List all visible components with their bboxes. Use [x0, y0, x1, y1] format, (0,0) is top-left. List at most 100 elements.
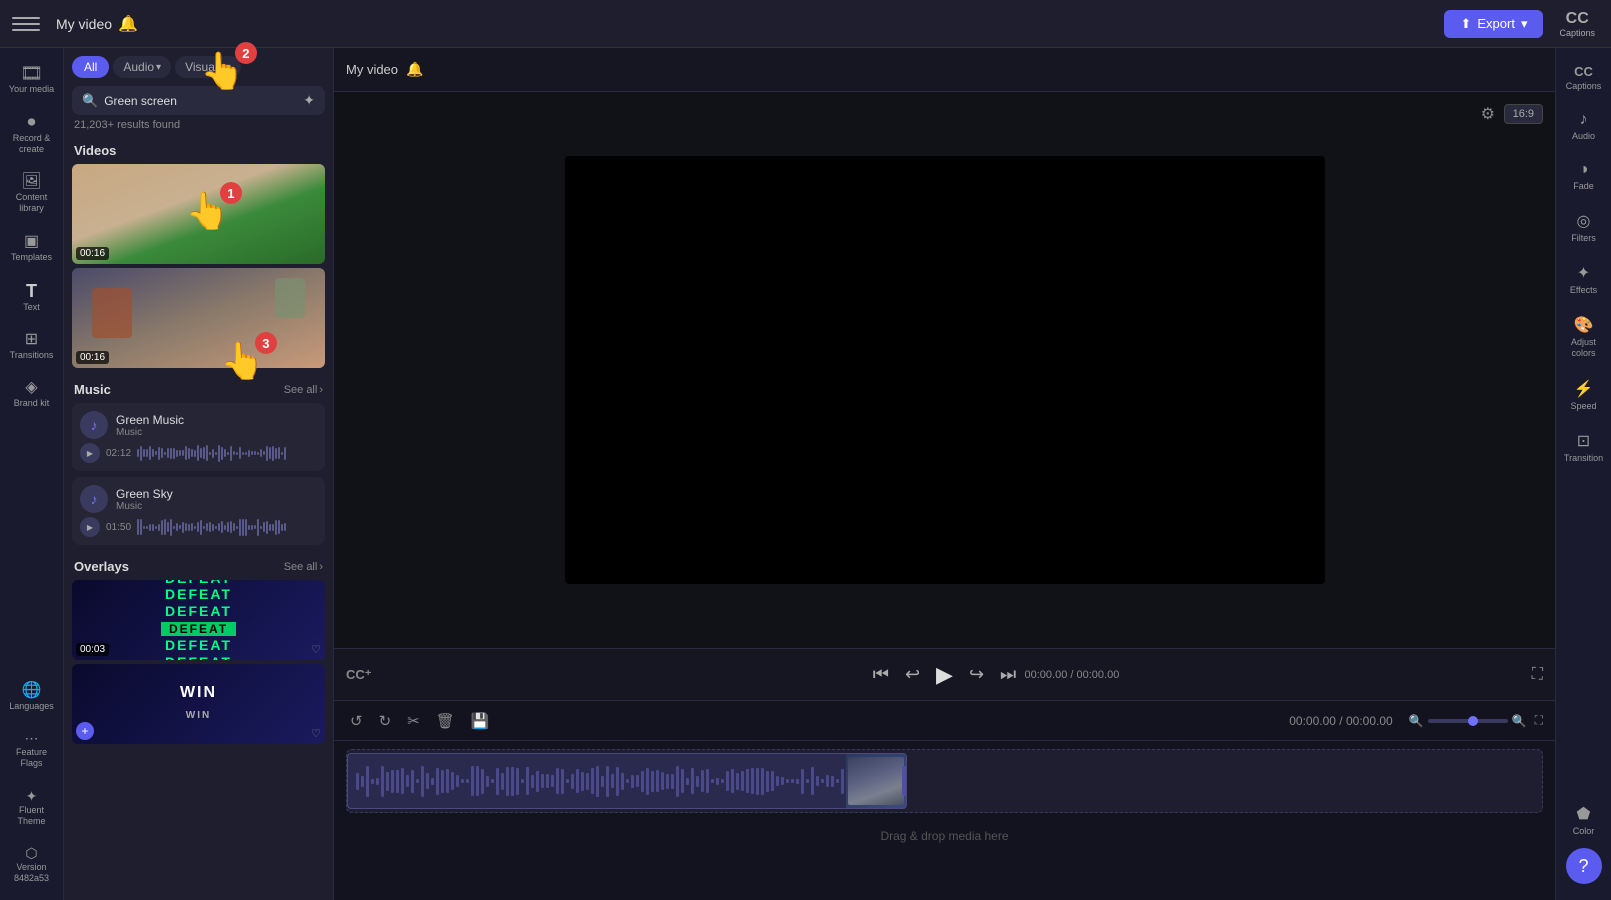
sidebar-label-record-create: Record &create: [13, 133, 51, 155]
expand-timeline-icon[interactable]: ⛶: [1535, 713, 1543, 728]
clip-thumb-image: [848, 757, 904, 805]
search-icon: 🔍: [82, 93, 98, 109]
right-item-speed[interactable]: ⚡ Speed: [1558, 371, 1610, 419]
right-item-color[interactable]: ⬟ Color: [1558, 796, 1610, 844]
sidebar-item-content-library[interactable]: 🖼 Content library: [3, 166, 61, 222]
video-canvas: [565, 156, 1325, 584]
clip-thumbnail: [846, 754, 906, 808]
right-item-effects[interactable]: ✦ Effects: [1558, 255, 1610, 303]
overlay-thumb-defeat[interactable]: DEFEATDEFEATDEFEATDEFEATDEFEATDEFEAT 00:…: [72, 580, 325, 660]
delete-button[interactable]: 🗑: [432, 708, 459, 734]
timeline-content: Drag & drop media here: [334, 741, 1555, 900]
zoom-slider[interactable]: [1428, 719, 1508, 723]
sidebar-label-your-media: Your media: [9, 84, 54, 95]
sidebar-item-brand-kit[interactable]: ◈ Brand kit: [3, 372, 61, 416]
filter-tab-visuals[interactable]: Visuals ▾: [175, 56, 241, 78]
timeline: ↺ ↻ ✂ 🗑 💾 00:00.00 / 00:00.00 🔍 🔍 ⛶: [334, 700, 1555, 900]
topbar: My video 🔔 ⬆ Export ▾ CC Captions: [0, 0, 1611, 48]
captions-button[interactable]: CC Captions: [1555, 6, 1599, 42]
right-item-transition[interactable]: ⊡ Transition: [1558, 423, 1610, 471]
save-button[interactable]: 💾: [467, 708, 494, 734]
music-item-2-waveform: [137, 517, 317, 537]
settings-icon[interactable]: ⚙: [1481, 104, 1495, 124]
sidebar-item-feature-flags[interactable]: ⋯ Feature Flags: [3, 723, 61, 777]
timeline-clip[interactable]: [347, 753, 907, 809]
right-item-adjust-colors[interactable]: 🎨 Adjust colors: [1558, 307, 1610, 367]
right-item-fade[interactable]: ◑ Fade: [1558, 153, 1610, 199]
search-bar: 🔍 ✦: [72, 86, 325, 115]
sidebar-label-fluent-theme: Fluent Theme: [7, 805, 57, 827]
magic-icon[interactable]: ✦: [303, 92, 315, 109]
right-item-audio[interactable]: ♪ Audio: [1558, 103, 1610, 149]
zoom-out-icon[interactable]: 🔍: [1409, 714, 1424, 728]
cut-button[interactable]: ✂: [403, 708, 424, 734]
clip-drag-handle[interactable]: [902, 766, 907, 796]
sidebar-item-text[interactable]: T Text: [3, 274, 61, 320]
sidebar-item-transitions[interactable]: ⊞ Transitions: [3, 324, 61, 368]
timeline-track: [346, 749, 1543, 813]
overlays-see-all[interactable]: See all ›: [284, 561, 323, 573]
filter-tab-all[interactable]: All: [72, 56, 109, 78]
search-input[interactable]: [104, 94, 297, 108]
right-effects-label: Effects: [1570, 285, 1597, 295]
zoom-thumb[interactable]: [1468, 716, 1478, 726]
videos-grid: 00:16 00:16: [64, 164, 333, 376]
overlay-thumb-win[interactable]: WINWIN + ♡: [72, 664, 325, 744]
clip-wave-pattern: [348, 761, 907, 801]
play-button[interactable]: ▶: [936, 662, 953, 688]
redo-button[interactable]: ↻: [375, 708, 396, 734]
transitions-icon: ⊞: [25, 332, 38, 348]
content-scroll[interactable]: Videos 00:16 00:16 Music: [64, 137, 333, 900]
forward-button[interactable]: ↪: [969, 664, 984, 685]
music-see-all[interactable]: See all ›: [284, 384, 323, 396]
fullscreen-icon[interactable]: ⛶: [1532, 666, 1543, 684]
sidebar-item-templates[interactable]: ▣ Templates: [3, 226, 61, 270]
preview-notification-icon[interactable]: 🔔: [406, 61, 423, 78]
undo-button[interactable]: ↺: [346, 708, 367, 734]
export-chevron-icon: ▾: [1521, 16, 1528, 32]
right-item-captions[interactable]: CC Captions: [1558, 56, 1610, 99]
zoom-in-icon[interactable]: 🔍: [1512, 714, 1527, 728]
right-captions-label: Captions: [1566, 81, 1602, 91]
sidebar-item-version[interactable]: ⬡ Version 8482a53: [3, 838, 61, 892]
fluent-theme-icon: ✦: [26, 789, 38, 803]
text-icon: T: [26, 282, 37, 300]
sidebar-item-record-create[interactable]: ⏺ Record &create: [3, 107, 61, 163]
music-item-2-controls: ▶ 01:50: [80, 517, 317, 537]
preview-toolbar: My video 🔔: [334, 48, 1555, 92]
right-transition-icon: ⊡: [1577, 431, 1590, 451]
aspect-ratio-badge[interactable]: 16:9: [1504, 104, 1543, 124]
help-button[interactable]: ?: [1566, 848, 1602, 884]
rewind-button[interactable]: ↩: [905, 664, 920, 685]
languages-icon: 🌐: [22, 683, 42, 699]
music-item-1-info: Green Music Music: [116, 413, 184, 438]
music-item-1: ♪ Green Music Music ▶ 02:12: [72, 403, 325, 471]
sidebar-item-languages[interactable]: 🌐 Languages: [3, 675, 61, 719]
video-thumb-2[interactable]: 00:16: [72, 268, 325, 368]
timeline-time: 00:00.00 / 00:00.00: [1289, 714, 1392, 728]
video-thumb-2-duration: 00:16: [76, 351, 109, 364]
music-item-1-play[interactable]: ▶: [80, 443, 100, 463]
captions-icon: CC: [1566, 10, 1589, 28]
right-adjust-colors-label: Adjust colors: [1562, 337, 1606, 359]
sidebar-item-fluent-theme[interactable]: ✦ Fluent Theme: [3, 781, 61, 835]
captions-ctrl-icon[interactable]: CC⁺: [346, 667, 372, 683]
export-button[interactable]: ⬆ Export ▾: [1444, 10, 1543, 38]
help-icon: ?: [1578, 856, 1588, 877]
skip-forward-button[interactable]: ⏭: [1000, 664, 1016, 685]
hamburger-menu[interactable]: [12, 10, 40, 38]
overlay-win-favorite-icon[interactable]: ♡: [311, 727, 321, 740]
right-color-icon: ⬟: [1577, 804, 1591, 824]
skip-back-button[interactable]: ⏮: [873, 664, 889, 685]
music-item-2-play[interactable]: ▶: [80, 517, 100, 537]
project-name[interactable]: My video: [56, 16, 112, 32]
project-save-icon[interactable]: 🔔: [118, 14, 138, 34]
video-thumb-1[interactable]: 00:16: [72, 164, 325, 264]
right-item-filters[interactable]: ◎ Filters: [1558, 203, 1610, 251]
right-adjust-colors-icon: 🎨: [1574, 315, 1594, 335]
overlay-defeat-favorite-icon[interactable]: ♡: [311, 643, 321, 656]
overlay-win-add-icon[interactable]: +: [76, 722, 94, 740]
right-speed-icon: ⚡: [1574, 379, 1594, 399]
sidebar-item-your-media[interactable]: 🎞 Your media: [3, 56, 61, 103]
filter-tab-audio[interactable]: Audio ▾: [113, 56, 171, 78]
